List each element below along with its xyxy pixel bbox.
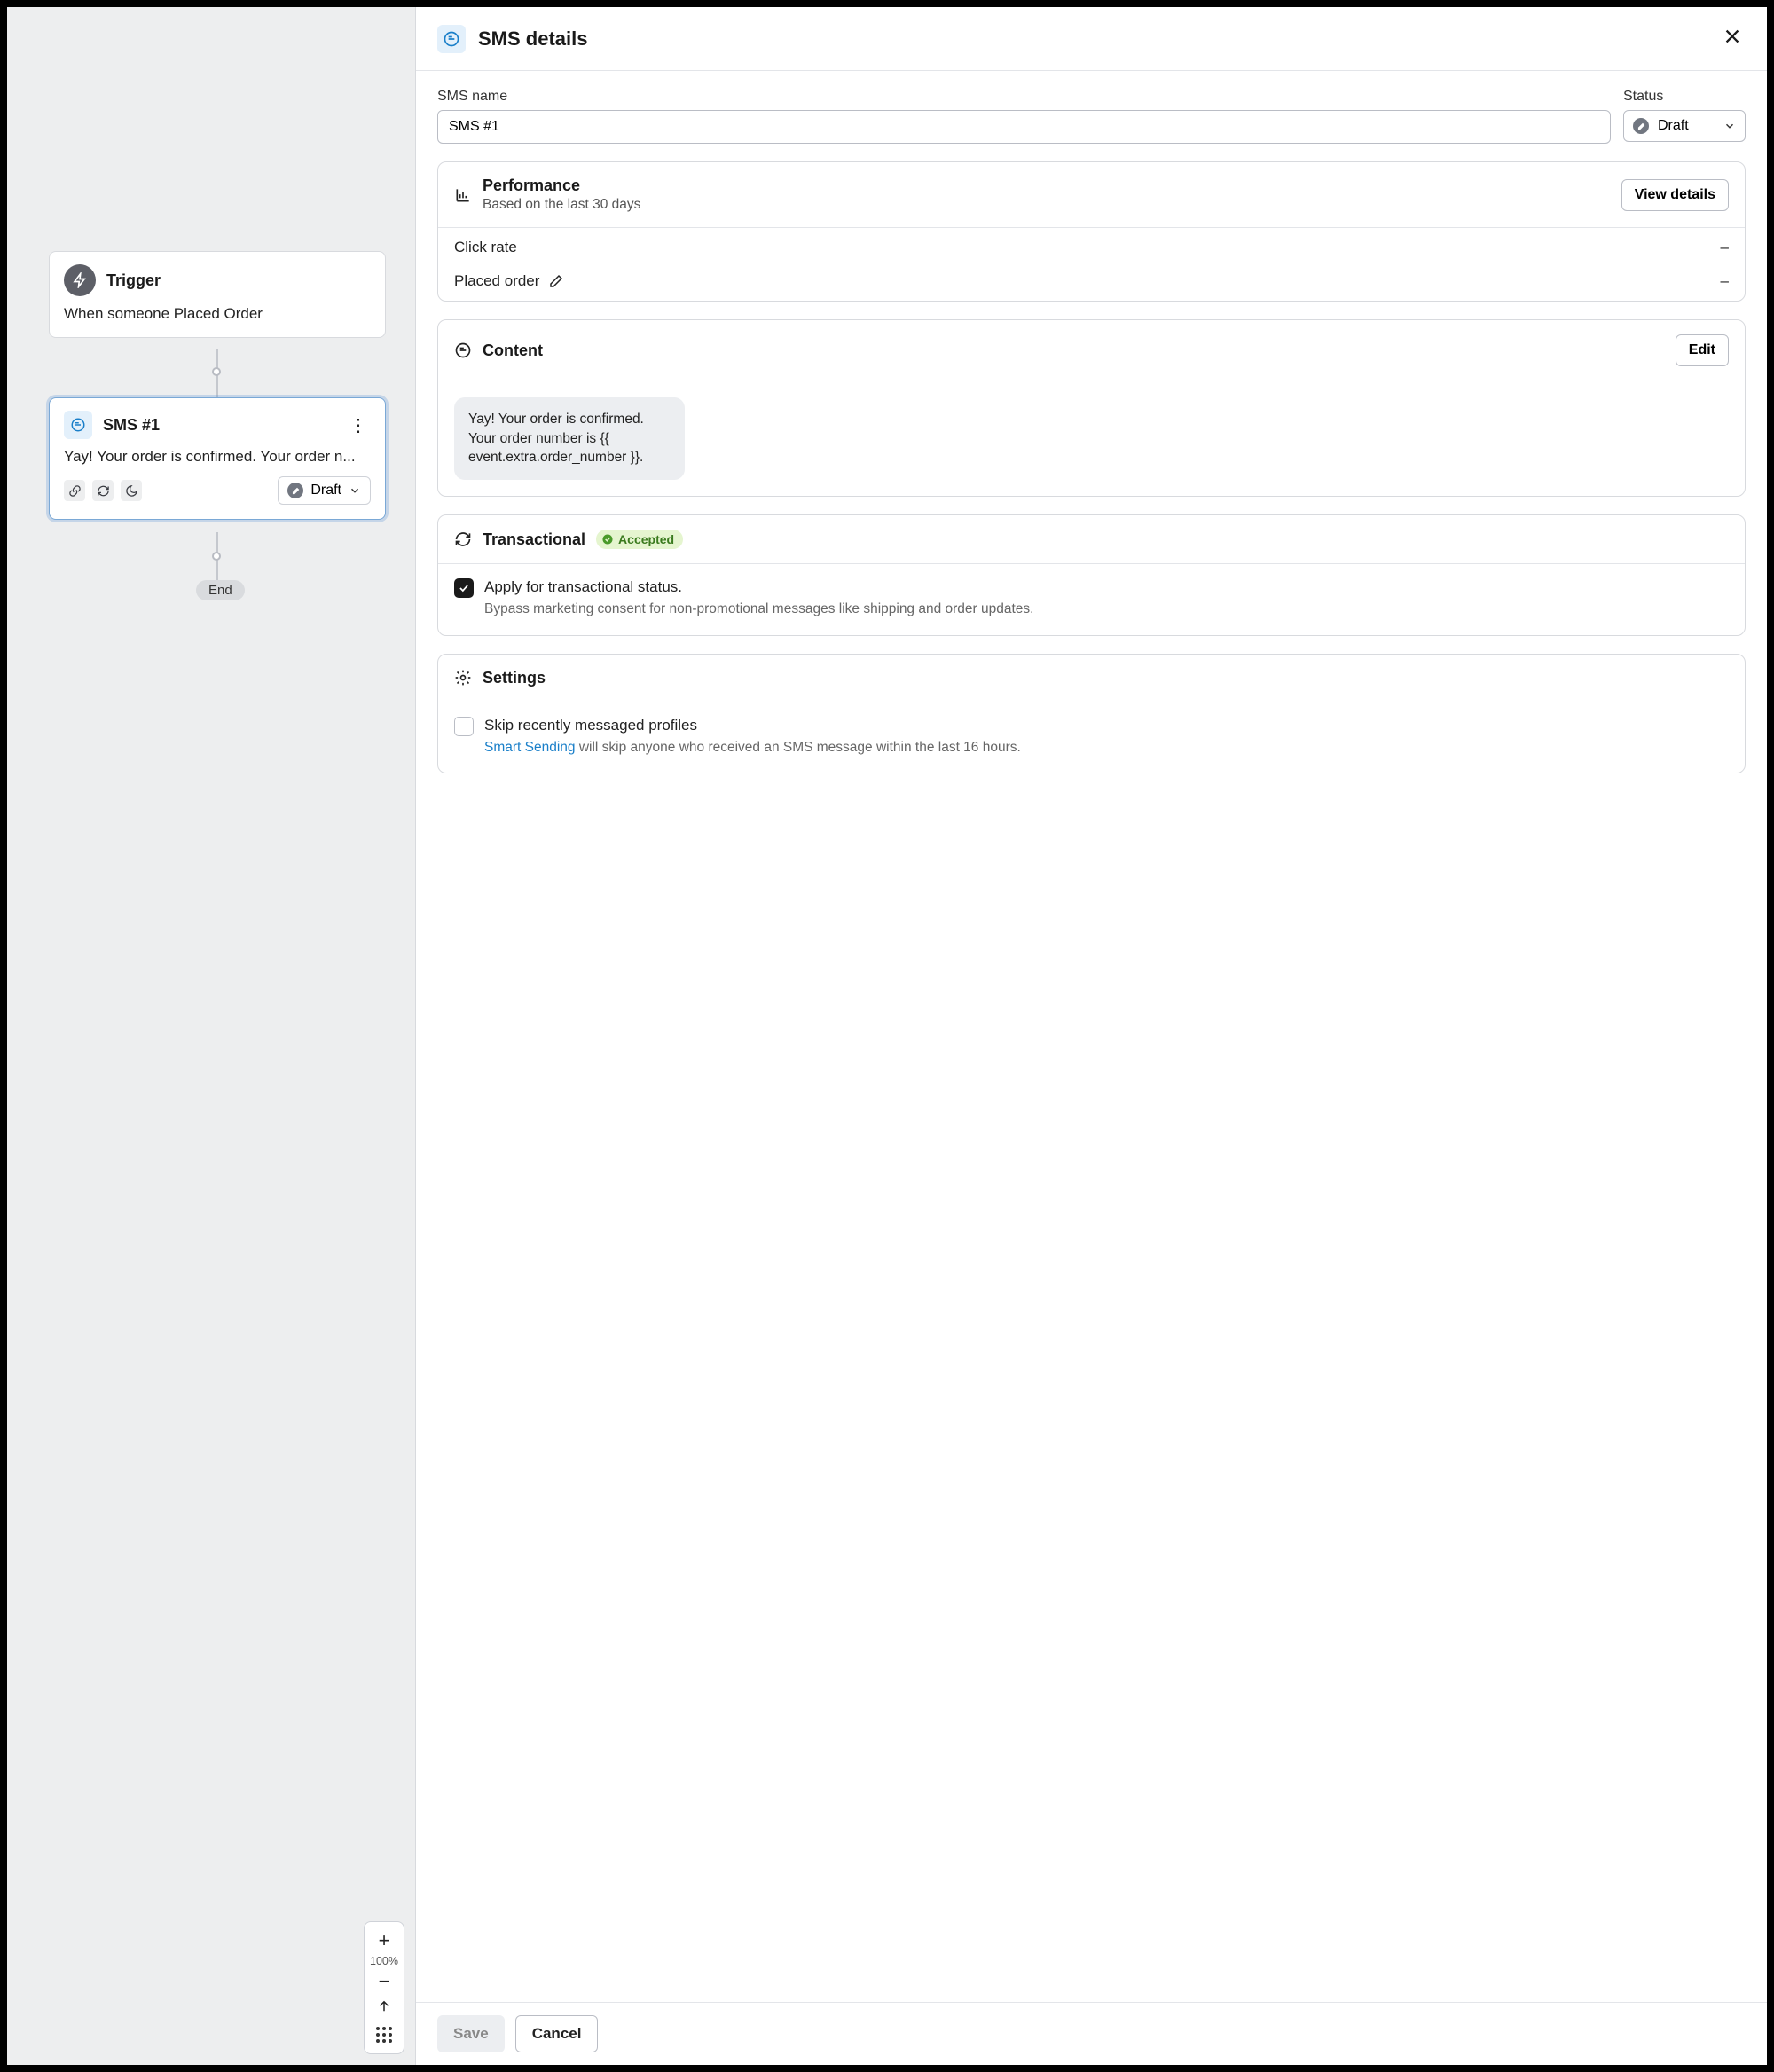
cancel-button[interactable]: Cancel <box>515 2015 599 2052</box>
zoom-out-button[interactable]: − <box>365 1968 404 1995</box>
edit-content-button[interactable]: Edit <box>1676 334 1729 366</box>
zoom-value: 100% <box>370 1954 398 1968</box>
connector-handle[interactable] <box>212 367 221 376</box>
content-card: Content Edit Yay! Your order is confirme… <box>437 319 1746 497</box>
link-icon <box>64 480 85 501</box>
chevron-down-icon <box>1723 120 1736 132</box>
status-value: Draft <box>1658 118 1689 134</box>
transactional-checkbox[interactable] <box>454 578 474 598</box>
settings-title: Settings <box>483 669 1729 687</box>
kebab-icon[interactable]: ⋮ <box>346 414 371 436</box>
end-node: End <box>196 580 245 600</box>
transactional-title: Transactional <box>483 530 585 549</box>
save-button: Save <box>437 2015 505 2052</box>
lightning-icon <box>64 264 96 296</box>
gear-icon <box>454 669 472 687</box>
transactional-check-desc: Bypass marketing consent for non-promoti… <box>484 600 1034 619</box>
accepted-badge: Accepted <box>596 530 683 549</box>
close-button[interactable] <box>1719 23 1746 54</box>
sms-bubble: Yay! Your order is confirmed. Your order… <box>454 397 685 480</box>
metric-label: Click rate <box>454 239 517 256</box>
status-dropdown[interactable]: Draft <box>1623 110 1746 142</box>
zoom-in-button[interactable]: + <box>365 1927 404 1954</box>
panel-title: SMS details <box>478 27 1707 51</box>
trigger-title: Trigger <box>106 271 161 290</box>
chevron-down-icon <box>349 484 361 497</box>
refresh-icon <box>454 530 472 548</box>
grid-icon[interactable] <box>376 2021 392 2048</box>
sms-name-input[interactable] <box>437 110 1611 144</box>
trigger-description: When someone Placed Order <box>64 305 371 323</box>
pencil-icon[interactable] <box>548 273 564 289</box>
skip-title: Skip recently messaged profiles <box>484 717 1021 734</box>
metric-value: – <box>1721 239 1729 256</box>
sms-icon <box>437 25 466 53</box>
moon-icon <box>121 480 142 501</box>
connector-handle[interactable] <box>212 552 221 561</box>
chart-icon <box>454 186 472 204</box>
refresh-icon <box>92 480 114 501</box>
zoom-fit-button[interactable] <box>365 1995 404 2021</box>
sms-node-title: SMS #1 <box>103 416 335 435</box>
content-title: Content <box>483 341 1665 360</box>
trigger-node[interactable]: Trigger When someone Placed Order <box>49 251 386 338</box>
transactional-card: Transactional Accepted Apply for transac… <box>437 514 1746 636</box>
skip-checkbox[interactable] <box>454 717 474 736</box>
draft-status-icon <box>287 483 303 498</box>
draft-status-icon <box>1633 118 1649 134</box>
metric-row: Click rate – <box>438 228 1745 267</box>
performance-card: Performance Based on the last 30 days Vi… <box>437 161 1746 302</box>
node-status-label: Draft <box>310 483 341 498</box>
metric-label: Placed order <box>454 272 539 290</box>
sms-preview: Yay! Your order is confirmed. Your order… <box>64 448 371 466</box>
sms-node[interactable]: SMS #1 ⋮ Yay! Your order is confirmed. Y… <box>49 397 386 520</box>
sms-name-label: SMS name <box>437 89 1611 105</box>
zoom-controls: + 100% − <box>364 1921 404 2054</box>
performance-title: Performance <box>483 177 1611 195</box>
skip-desc: will skip anyone who received an SMS mes… <box>576 740 1021 755</box>
message-icon <box>454 341 472 359</box>
details-panel: SMS details SMS name Status Draft <box>415 7 1767 2065</box>
transactional-check-title: Apply for transactional status. <box>484 578 1034 596</box>
sms-icon <box>64 411 92 439</box>
status-label: Status <box>1623 89 1746 105</box>
flow-canvas[interactable]: Trigger When someone Placed Order SMS #1… <box>7 7 415 2065</box>
node-status-dropdown[interactable]: Draft <box>278 476 371 505</box>
performance-subtitle: Based on the last 30 days <box>483 197 1611 213</box>
view-details-button[interactable]: View details <box>1621 179 1729 211</box>
settings-card: Settings Skip recently messaged profiles… <box>437 654 1746 774</box>
metric-row: Placed order – <box>438 267 1745 301</box>
metric-value: – <box>1721 272 1729 290</box>
smart-sending-link[interactable]: Smart Sending <box>484 740 576 755</box>
